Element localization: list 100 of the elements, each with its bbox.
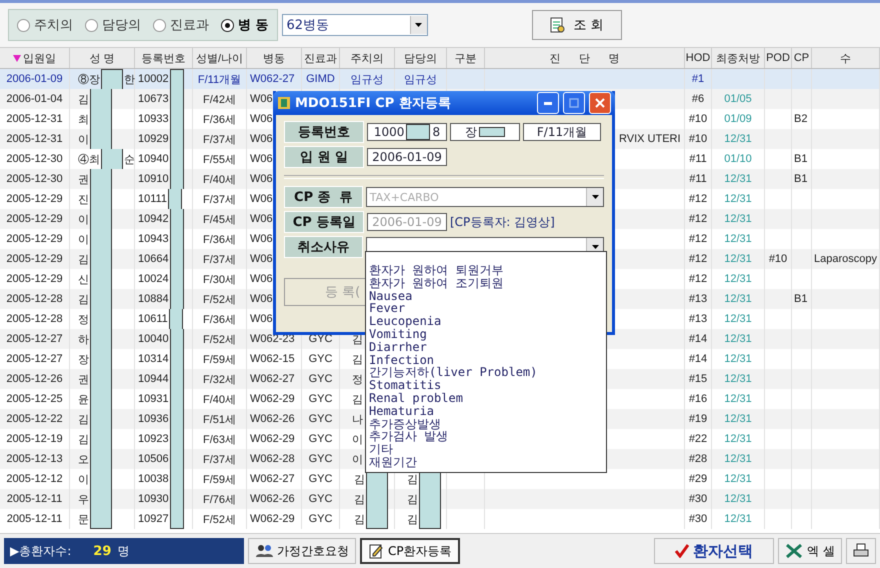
table-cell-text: 이 <box>78 132 89 146</box>
table-cell: 10111 <box>138 193 167 205</box>
table-cell: #12 <box>688 213 708 225</box>
filter-radio[interactable]: 주치의 <box>17 16 73 34</box>
table-cell-text: 윤 <box>78 392 89 406</box>
table-cell: #10 <box>768 253 788 265</box>
table-cell-text: 진 <box>78 192 89 206</box>
table-cell: #13 <box>688 313 708 325</box>
table-cell: 10942 <box>138 213 169 225</box>
redaction-bar <box>366 509 388 529</box>
table-cell-text: 신 <box>78 272 89 286</box>
dropdown-arrow-icon <box>592 195 598 199</box>
column-header[interactable]: 입원일 <box>0 48 70 68</box>
table-cell-text: F/52세 <box>202 512 236 526</box>
dropdown-option[interactable]: Leucopenia <box>366 315 606 328</box>
column-header[interactable]: POD <box>765 48 792 68</box>
table-cell: 2005-12-11 <box>6 513 62 525</box>
column-header[interactable]: 진료과 <box>302 48 340 68</box>
dropdown-option[interactable]: 추가증상발생 <box>366 418 606 430</box>
table-cell: 12/31 <box>724 273 752 285</box>
dropdown-option[interactable]: Diarrher <box>366 340 606 354</box>
table-cell-text: 김 <box>78 432 89 446</box>
redaction-bar <box>170 509 184 529</box>
dropdown-option[interactable]: 간기능저하(liver Problem) <box>366 366 606 380</box>
patient-name-field[interactable]: 장 <box>450 123 520 141</box>
table-cell: 10024 <box>138 273 169 285</box>
minimize-button[interactable] <box>537 92 559 114</box>
column-header[interactable]: 성 명 <box>70 48 135 68</box>
dropdown-option[interactable]: Nausea <box>366 290 606 302</box>
close-button[interactable] <box>589 92 611 114</box>
select-patient-button[interactable]: 환자선택 <box>654 538 774 564</box>
table-cell-text: F/40세 <box>202 392 236 406</box>
dropdown-arrow-icon <box>592 245 598 249</box>
admit-date-field[interactable]: 2006-01-09 <box>367 148 447 166</box>
table-cell: 01/05 <box>724 93 752 105</box>
column-header[interactable]: 성별/나이 <box>193 48 247 68</box>
table-cell-text: 이 <box>352 452 363 466</box>
table-cell: 2006-01-04 <box>6 93 63 105</box>
table-cell: W06 <box>250 93 273 105</box>
table-cell-text: 이 <box>78 212 89 226</box>
table-cell: 10940 <box>138 153 169 165</box>
document-icon <box>549 17 566 33</box>
table-cell: GYC <box>308 493 332 505</box>
close-icon <box>595 98 605 108</box>
table-cell: W06 <box>250 113 273 125</box>
column-header[interactable]: HOD <box>685 48 712 68</box>
filter-radio[interactable]: 진료과 <box>153 16 209 34</box>
maximize-button[interactable] <box>563 92 585 114</box>
column-header[interactable]: 수 <box>812 48 880 68</box>
search-button[interactable]: 조 회 <box>532 10 622 40</box>
dropdown-option[interactable]: Stomatitis <box>366 379 606 392</box>
table-cell-text: F/51세 <box>202 412 236 426</box>
table-cell-text: F/37세 <box>202 452 236 466</box>
dropdown-option[interactable]: 환자가 원하여 조기퇴원 <box>366 276 606 290</box>
table-cell-text: 이 <box>78 232 89 246</box>
total-count: 29 <box>93 544 112 558</box>
dropdown-option[interactable]: Infection <box>366 354 606 366</box>
filter-radio[interactable]: 담당의 <box>85 16 141 34</box>
filter-radio[interactable]: 병 동 <box>221 16 269 34</box>
redaction-bar <box>170 69 184 89</box>
registrar-note: [CP등록자: 김영상] <box>450 214 555 230</box>
column-header[interactable]: 최종처방 <box>712 48 765 68</box>
table-cell: 2005-12-29 <box>6 193 63 205</box>
column-header[interactable]: 주치의 <box>340 48 395 68</box>
column-header[interactable]: 구분 <box>447 48 485 68</box>
table-cell: 10040 <box>138 333 169 345</box>
dropdown-option[interactable]: 환자가 원하여 퇴원거부 <box>366 264 606 277</box>
column-header[interactable]: 담당의 <box>395 48 447 68</box>
dropdown-option[interactable]: 재원기간 <box>366 456 606 469</box>
field-label: CP 등록일 <box>284 211 364 233</box>
reg-number-field[interactable]: 1000 8 <box>367 123 447 141</box>
table-cell: 10002 <box>138 73 169 85</box>
column-header[interactable]: 진 단 명 <box>485 48 685 68</box>
table-cell: W06 <box>250 133 273 145</box>
column-header[interactable]: 등록번호 <box>135 48 193 68</box>
column-header[interactable]: CP <box>792 48 812 68</box>
notepad-icon <box>368 543 384 559</box>
dropdown-option[interactable]: 추가검사 발생 <box>366 430 606 444</box>
dropdown-option[interactable]: 기타 <box>366 443 606 456</box>
table-cell: 2005-12-29 <box>6 273 63 285</box>
check-icon <box>675 544 690 558</box>
dropdown-option[interactable]: Vomiting <box>366 328 606 341</box>
age-field[interactable]: F/11개월 <box>523 123 601 141</box>
table-cell: W06 <box>250 293 273 305</box>
ward-dropdown[interactable]: 62병동 <box>282 14 428 36</box>
print-button[interactable] <box>846 538 876 564</box>
table-cell-text: 정 <box>78 312 89 326</box>
table-cell: 2005-12-30 <box>6 153 63 165</box>
home-care-button[interactable]: 가정간호요청 <box>248 538 356 564</box>
table-cell: W06 <box>250 213 273 225</box>
table-cell: 2006-01-09 <box>6 73 63 85</box>
cp-register-button[interactable]: CP환자등록 <box>360 538 460 564</box>
dropdown-option[interactable]: Renal problem <box>366 392 606 405</box>
excel-button[interactable]: 엑 셀 <box>778 538 842 564</box>
table-cell: #28 <box>688 453 708 465</box>
table-cell: W06 <box>250 233 273 245</box>
table-cell-text: F/59세 <box>202 352 236 366</box>
dropdown-option[interactable]: Hematuria <box>366 404 606 418</box>
column-header[interactable]: 병동 <box>247 48 302 68</box>
dropdown-option[interactable]: Fever <box>366 302 606 316</box>
